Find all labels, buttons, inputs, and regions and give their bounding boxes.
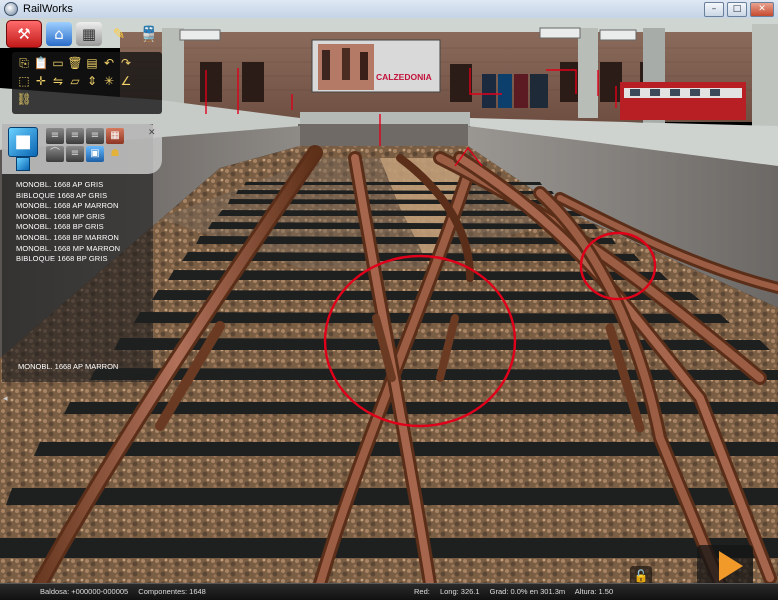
paste-icon[interactable]: 📋 [33,55,49,71]
object-browser-header: ■ ≡ ≡ ≡ ▦ ⌒ ≡ ▣ ☗ ✕ [2,124,162,174]
play-icon [719,551,743,581]
gold-category-icon[interactable]: ☗ [106,146,124,162]
monitor-icon[interactable]: ▭ [50,55,66,71]
height-icon[interactable]: ⇕ [84,73,100,89]
billboard-text: CALZEDONIA [376,72,432,82]
list-item[interactable]: MONOBL. 1668 AP GRIS [16,180,120,191]
status-red: Red: [414,587,430,596]
panel-close-icon[interactable]: ✕ [148,128,156,138]
flip-icon[interactable]: ⇋ [50,73,66,89]
status-long: Long: 326.1 [439,587,480,596]
status-componentes: Componentes: 1648 [138,587,206,596]
list-item[interactable]: MONOBL. 1668 BP GRIS [16,222,120,233]
trash-icon[interactable]: 🗑 [67,55,83,71]
rail-category-icon[interactable]: ≡ [46,128,64,144]
angle-icon[interactable]: ∠ [118,73,134,89]
small-cube-icon[interactable] [16,157,30,171]
grid-icon[interactable]: ▦ [76,22,102,46]
list-item[interactable]: BIBLOQUE 1668 AP GRIS [16,191,120,202]
move-icon[interactable]: ✛ [33,73,49,89]
water-category-icon[interactable]: ▣ [86,146,104,162]
undo-icon[interactable]: ↶ [101,55,117,71]
rail-category-icon[interactable]: ≡ [66,128,84,144]
brick-category-icon[interactable]: ▦ [106,128,124,144]
list-item[interactable]: MONOBL. 1668 MP MARRON [16,244,120,255]
category-icons: ≡ ≡ ≡ ▦ ⌒ ≡ ▣ ☗ [46,128,144,162]
status-grad: Grad: 0.0% en 301.3m [489,587,566,596]
window-controls: – □ ✕ [704,2,774,17]
collapse-arrow-icon[interactable]: ◂ [3,394,8,404]
window-titlebar: RailWorks – □ ✕ [0,0,778,19]
snap-icon[interactable]: ✳ [101,73,117,89]
home-icon[interactable]: ⌂ [46,22,72,46]
link-icon[interactable]: ⛓ [16,91,32,107]
redo-icon[interactable]: ↷ [118,55,134,71]
editor-main-toolbar: ⚒ ⌂ ▦ ✎ 🚆 [6,20,162,48]
curve-rail-category-icon[interactable]: ⌒ [46,146,64,162]
list-item[interactable]: BIBLOQUE 1668 BP GRIS [16,254,120,265]
app-icon [4,2,18,16]
rail-category-icon[interactable]: ≡ [86,128,104,144]
status-right: Red: Long: 326.1 Grad: 0.0% en 301.3m Al… [414,587,621,596]
close-button[interactable]: ✕ [750,2,774,17]
list-item[interactable]: MONOBL. 1668 AP MARRON [16,201,120,212]
copy-icon[interactable]: ⎘ [16,55,32,71]
list-item[interactable]: MONOBL. 1668 BP MARRON [16,233,120,244]
layer-icon[interactable]: ▱ [67,73,83,89]
status-left: Baldosa: +000000-000005 Componentes: 164… [40,587,214,596]
window-title: RailWorks [23,3,73,15]
page-icon[interactable]: ▤ [84,55,100,71]
status-bar: Baldosa: +000000-000005 Componentes: 164… [0,583,778,600]
train-icon[interactable]: 🚆 [136,22,162,46]
rail-category-icon[interactable]: ≡ [66,146,84,162]
status-baldosa: Baldosa: +000000-000005 [40,587,129,596]
selected-object-label: MONOBL. 1668 AP MARRON [18,362,119,371]
list-item[interactable]: MONOBL. 1668 MP GRIS [16,212,120,223]
toolbox-icon[interactable]: ⚒ [6,20,42,48]
status-altura: Altura: 1.50 [574,587,614,596]
maximize-button[interactable]: □ [727,2,747,17]
object-list: MONOBL. 1668 AP GRIS BIBLOQUE 1668 AP GR… [16,180,120,265]
minimize-button[interactable]: – [704,2,724,17]
object-cube-icon[interactable]: ■ [8,127,38,157]
paint-brush-icon[interactable]: ✎ [106,22,132,46]
select-box-icon[interactable]: ⬚ [16,73,32,89]
tool-palette: ⎘ 📋 ▭ 🗑 ▤ ↶ ↷ ⬚ ✛ ⇋ ▱ ⇕ ✳ ∠ ⛓ [12,52,162,114]
